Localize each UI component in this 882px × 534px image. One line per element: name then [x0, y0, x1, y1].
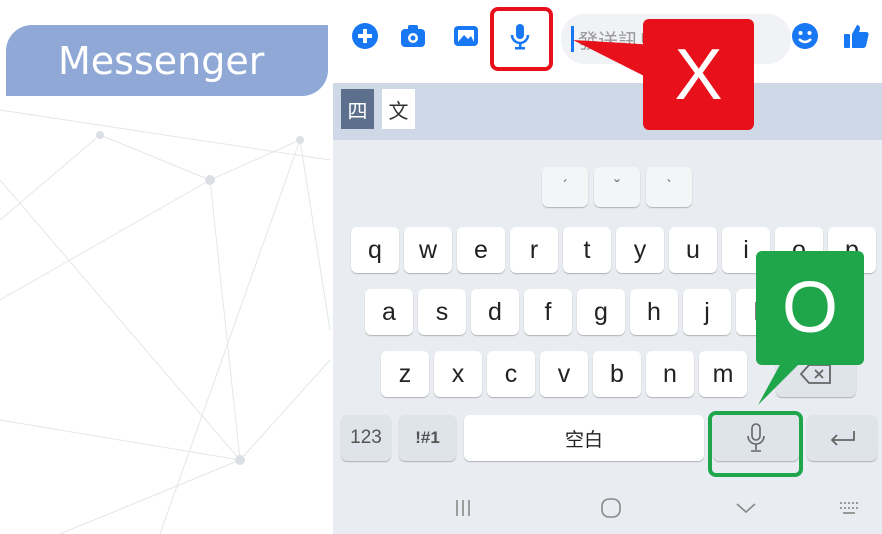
zhuyin-mode-label: 四 [347, 98, 368, 123]
key-label: e [474, 235, 488, 264]
enter-arrow-icon [830, 431, 855, 446]
recent-apps-icon[interactable] [443, 492, 483, 524]
key-label: t [583, 235, 591, 264]
key-c[interactable]: c [487, 351, 535, 397]
key-label: b [610, 359, 624, 388]
tone-key[interactable]: ˊ [542, 167, 588, 207]
key-m[interactable]: m [699, 351, 747, 397]
key-s[interactable]: s [418, 289, 466, 335]
key-t[interactable]: t [563, 227, 611, 273]
key-a[interactable]: a [365, 289, 413, 335]
space-key[interactable]: 空白 [464, 415, 704, 461]
key-label: w [418, 235, 438, 264]
image-icon[interactable] [448, 18, 484, 54]
key-g[interactable]: g [577, 289, 625, 335]
home-icon[interactable] [591, 492, 631, 524]
key-label: s [435, 297, 449, 326]
key-label: u [686, 235, 700, 264]
emoji-icon[interactable] [787, 18, 823, 54]
numbers-key-label: 123 [350, 427, 382, 448]
back-chevron-down-icon[interactable] [726, 492, 766, 524]
tone-key[interactable]: ˋ [646, 167, 692, 207]
key-label: z [398, 359, 412, 388]
language-strip: 四 文 [333, 83, 882, 140]
key-label: y [633, 235, 647, 264]
key-d[interactable]: d [471, 289, 519, 335]
key-label: q [368, 235, 382, 264]
key-label: n [663, 359, 677, 388]
zhuyin-mode-button[interactable]: 四 [341, 89, 374, 129]
key-label: m [712, 359, 734, 388]
key-r[interactable]: r [510, 227, 558, 273]
key-e[interactable]: e [457, 227, 505, 273]
key-u[interactable]: u [669, 227, 717, 273]
key-label: r [529, 235, 539, 264]
wrong-mark-callout: X [643, 19, 754, 130]
keyboard-switch-icon[interactable] [829, 492, 869, 524]
symbols-key-label: !#1 [415, 428, 440, 447]
key-label: f [544, 297, 552, 326]
tone-key-label: ˋ [666, 176, 672, 197]
key-w[interactable]: w [404, 227, 452, 273]
wrong-mark-text: X [674, 34, 723, 115]
key-label: i [743, 235, 749, 264]
key-label: x [451, 359, 465, 388]
key-label: j [704, 297, 710, 326]
key-z[interactable]: z [381, 351, 429, 397]
english-mode-button[interactable]: 文 [382, 89, 415, 129]
key-label: d [488, 297, 502, 326]
key-h[interactable]: h [630, 289, 678, 335]
key-j[interactable]: j [683, 289, 731, 335]
text-cursor [571, 26, 574, 52]
plus-circle-icon[interactable] [347, 18, 383, 54]
system-nav-bar [333, 482, 882, 534]
key-label: c [504, 359, 518, 388]
enter-key[interactable] [807, 415, 877, 461]
right-mark-text: O [781, 268, 838, 348]
key-label: g [594, 297, 608, 326]
key-label: a [382, 297, 396, 326]
messenger-label: Messenger [6, 25, 328, 96]
tone-key[interactable]: ˇ [594, 167, 640, 207]
key-x[interactable]: x [434, 351, 482, 397]
wrong-choice-highlight [490, 7, 553, 71]
key-v[interactable]: v [540, 351, 588, 397]
key-y[interactable]: y [616, 227, 664, 273]
messenger-label-text: Messenger [58, 38, 265, 83]
composer-bar: 發送訊息 [333, 0, 882, 83]
numbers-key[interactable]: 123 [341, 415, 391, 461]
key-b[interactable]: b [593, 351, 641, 397]
key-f[interactable]: f [524, 289, 572, 335]
right-mark-callout: O [756, 251, 864, 365]
key-n[interactable]: n [646, 351, 694, 397]
english-mode-label: 文 [388, 98, 409, 123]
thumbs-up-icon[interactable] [838, 18, 874, 54]
tone-key-label: ˇ [614, 176, 620, 197]
space-key-label: 空白 [564, 428, 603, 451]
correct-choice-highlight [708, 411, 803, 477]
key-label: h [647, 297, 661, 326]
backspace-icon [799, 364, 831, 384]
key-q[interactable]: q [351, 227, 399, 273]
symbols-key[interactable]: !#1 [399, 415, 456, 461]
tone-key-label: ˊ [562, 176, 568, 197]
camera-icon[interactable] [395, 18, 431, 54]
key-label: v [557, 359, 571, 388]
